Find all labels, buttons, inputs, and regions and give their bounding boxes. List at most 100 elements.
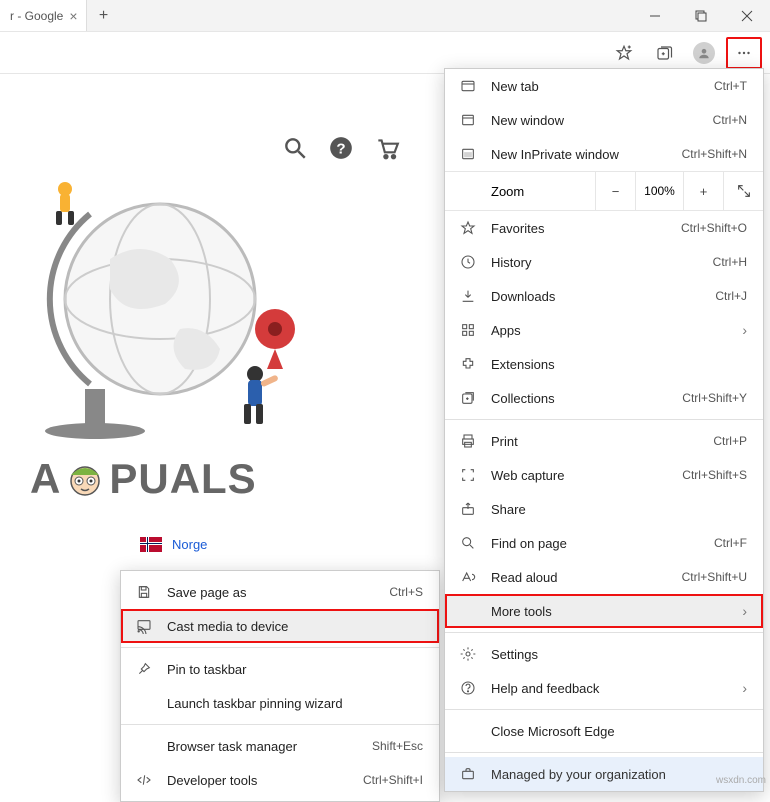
new-tab-icon (459, 78, 477, 94)
separator (445, 709, 763, 710)
search-icon (459, 535, 477, 551)
submenu-label: Pin to taskbar (167, 662, 423, 677)
menu-label: New tab (491, 79, 700, 94)
close-window-button[interactable] (724, 0, 770, 31)
tab-close-icon[interactable]: × (69, 8, 77, 24)
menu-label: Apps (491, 323, 728, 338)
submenu-task-manager[interactable]: Browser task manager Shift+Esc (121, 729, 439, 763)
inprivate-icon (459, 146, 477, 162)
menu-settings[interactable]: Settings (445, 637, 763, 671)
menu-label: Read aloud (491, 570, 668, 585)
globe-illustration (30, 179, 370, 439)
extensions-icon (459, 356, 477, 372)
settings-more-button[interactable] (726, 37, 762, 69)
menu-label: More tools (491, 604, 728, 619)
menu-label: Downloads (491, 289, 701, 304)
favorites-star-icon[interactable] (606, 37, 642, 69)
cart-icon[interactable] (374, 135, 400, 161)
collections-icon[interactable] (646, 37, 682, 69)
menu-label: New InPrivate window (491, 147, 668, 162)
menu-new-tab[interactable]: New tab Ctrl+T (445, 69, 763, 103)
submenu-shortcut: Ctrl+Shift+I (363, 773, 423, 787)
menu-more-tools[interactable]: More tools › (445, 594, 763, 628)
submenu-cast-media[interactable]: Cast media to device (121, 609, 439, 643)
menu-shortcut: Ctrl+Shift+U (682, 570, 747, 584)
history-icon (459, 254, 477, 270)
chevron-right-icon: › (742, 322, 747, 338)
chevron-right-icon: › (742, 603, 747, 619)
chevron-right-icon: › (742, 680, 747, 696)
help-icon[interactable]: ? (328, 135, 354, 161)
menu-extensions[interactable]: Extensions (445, 347, 763, 381)
menu-shortcut: Ctrl+Shift+O (681, 221, 747, 235)
menu-shortcut: Ctrl+T (714, 79, 747, 93)
zoom-value: 100% (635, 172, 683, 210)
separator (121, 724, 439, 725)
menu-history[interactable]: History Ctrl+H (445, 245, 763, 279)
menu-zoom-row: Zoom − 100% + (445, 171, 763, 211)
menu-help[interactable]: Help and feedback › (445, 671, 763, 705)
menu-label: History (491, 255, 699, 270)
menu-label: Extensions (491, 357, 747, 372)
share-icon (459, 501, 477, 517)
search-icon[interactable] (282, 135, 308, 161)
window-controls (632, 0, 770, 31)
tab-title: r - Google (10, 9, 63, 23)
zoom-in-button[interactable]: + (683, 172, 723, 210)
menu-close-edge[interactable]: Close Microsoft Edge (445, 714, 763, 748)
menu-shortcut: Ctrl+Shift+S (682, 468, 747, 482)
menu-label: Settings (491, 647, 747, 662)
menu-new-inprivate[interactable]: New InPrivate window Ctrl+Shift+N (445, 137, 763, 171)
browser-tab[interactable]: r - Google × (0, 0, 87, 31)
menu-downloads[interactable]: Downloads Ctrl+J (445, 279, 763, 313)
menu-shortcut: Ctrl+H (713, 255, 747, 269)
more-tools-submenu: Save page as Ctrl+S Cast media to device… (120, 570, 440, 802)
collections-icon (459, 390, 477, 406)
watermark: wsxdn.com (716, 775, 766, 786)
menu-read-aloud[interactable]: Read aloud Ctrl+Shift+U (445, 560, 763, 594)
menu-shortcut: Ctrl+F (714, 536, 747, 550)
menu-label: Find on page (491, 536, 700, 551)
capture-icon (459, 467, 477, 483)
profile-avatar[interactable] (686, 37, 722, 69)
menu-print[interactable]: Print Ctrl+P (445, 424, 763, 458)
cast-icon (135, 618, 153, 634)
logo-letter: A (30, 455, 61, 503)
menu-shortcut: Ctrl+N (713, 113, 747, 127)
norway-flag-icon (140, 537, 162, 552)
zoom-label: Zoom (445, 184, 595, 199)
submenu-pin-taskbar[interactable]: Pin to taskbar (121, 652, 439, 686)
locale-label: Norge (172, 537, 207, 552)
menu-label: Managed by your organization (491, 767, 747, 782)
submenu-save-page[interactable]: Save page as Ctrl+S (121, 575, 439, 609)
window-icon (459, 112, 477, 128)
menu-share[interactable]: Share (445, 492, 763, 526)
menu-label: Collections (491, 391, 668, 406)
submenu-developer-tools[interactable]: Developer tools Ctrl+Shift+I (121, 763, 439, 797)
menu-find[interactable]: Find on page Ctrl+F (445, 526, 763, 560)
minimize-button[interactable] (632, 0, 678, 31)
menu-favorites[interactable]: Favorites Ctrl+Shift+O (445, 211, 763, 245)
zoom-out-button[interactable]: − (595, 172, 635, 210)
separator (445, 632, 763, 633)
menu-shortcut: Ctrl+J (715, 289, 747, 303)
menu-collections[interactable]: Collections Ctrl+Shift+Y (445, 381, 763, 415)
maximize-button[interactable] (678, 0, 724, 31)
separator (445, 752, 763, 753)
fullscreen-button[interactable] (723, 172, 763, 210)
new-tab-button[interactable]: + (87, 0, 121, 31)
gear-icon (459, 646, 477, 662)
menu-apps[interactable]: Apps › (445, 313, 763, 347)
menu-web-capture[interactable]: Web capture Ctrl+Shift+S (445, 458, 763, 492)
menu-label: Print (491, 434, 699, 449)
menu-shortcut: Ctrl+Shift+N (682, 147, 747, 161)
briefcase-icon (459, 766, 477, 782)
logo-text: PUALS (109, 455, 256, 503)
submenu-label: Launch taskbar pinning wizard (167, 696, 423, 711)
menu-new-window[interactable]: New window Ctrl+N (445, 103, 763, 137)
star-icon (459, 220, 477, 236)
submenu-launch-pin-wizard[interactable]: Launch taskbar pinning wizard (121, 686, 439, 720)
print-icon (459, 433, 477, 449)
separator (121, 647, 439, 648)
apps-icon (459, 322, 477, 338)
